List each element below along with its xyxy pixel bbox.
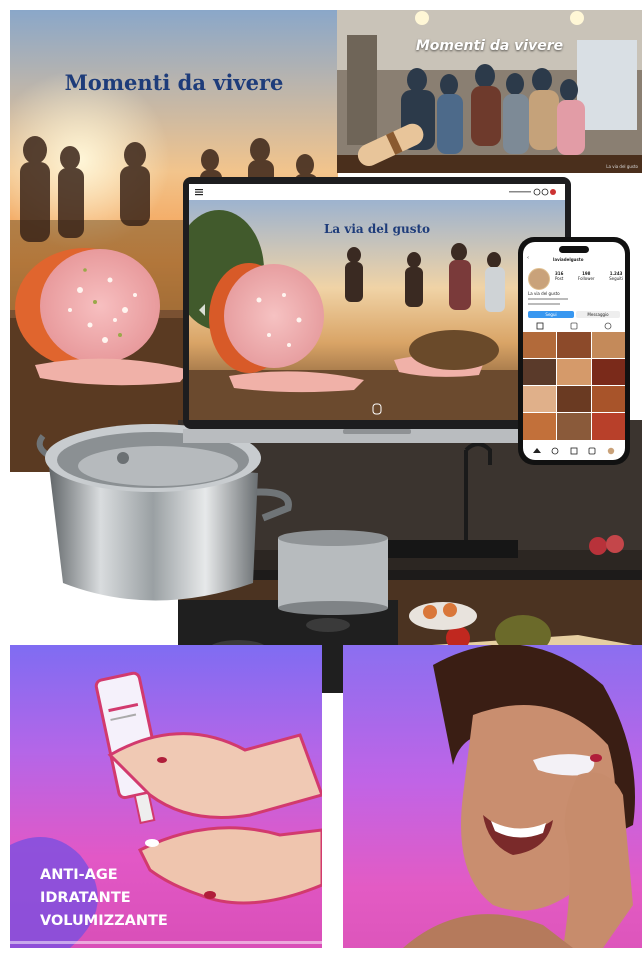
website-header bbox=[189, 184, 565, 201]
follow-button[interactable]: Segui bbox=[528, 311, 574, 318]
message-button[interactable]: Messaggio bbox=[576, 311, 620, 318]
flag-icon bbox=[550, 189, 556, 195]
woman-cream-panel bbox=[343, 645, 642, 948]
claim-idratante: IDRATANTE bbox=[40, 890, 131, 906]
back-arrow-icon[interactable]: ‹ bbox=[527, 256, 529, 261]
woman-face-illustration bbox=[403, 645, 635, 948]
stock-pot-image bbox=[33, 418, 295, 618]
hamburger-menu-icon[interactable] bbox=[195, 188, 203, 196]
claim-anti-age: ANTI-AGE bbox=[40, 867, 118, 883]
laptop-mockup: La via del gusto bbox=[183, 177, 571, 447]
circle-icon bbox=[541, 188, 549, 196]
bottom-nav-bar[interactable] bbox=[523, 445, 625, 457]
sunset-panel-title: Momenti da vivere bbox=[64, 70, 284, 95]
profile-stats: 316 Post 198 Follower 1.243 Seguiti bbox=[555, 271, 623, 281]
tagged-icon bbox=[604, 322, 612, 330]
cosmetic-claims: ANTI-AGE IDRATANTE VOLUMIZZANTE bbox=[40, 864, 168, 933]
search-icon bbox=[551, 447, 559, 455]
stat-posts: 316 Post bbox=[555, 271, 564, 281]
grid-icon bbox=[536, 322, 544, 330]
cosmetic-product-panel: ANTI-AGE IDRATANTE VOLUMIZZANTE bbox=[10, 645, 322, 948]
reels-icon bbox=[570, 322, 578, 330]
home-icon bbox=[533, 448, 541, 453]
bio-name: La via del gusto bbox=[528, 291, 560, 296]
stat-following: 1.243 Seguiti bbox=[609, 271, 623, 281]
bio-text bbox=[528, 298, 568, 300]
laptop-screen: La via del gusto bbox=[189, 184, 565, 420]
stock-pot-illustration bbox=[36, 424, 292, 601]
indoor-gathering-illustration bbox=[337, 10, 642, 173]
stat-followers: 198 Follower bbox=[577, 271, 595, 281]
indoor-panel-title: Momenti da vivere bbox=[415, 38, 564, 54]
reels-nav-icon bbox=[588, 447, 596, 455]
phone-notch bbox=[559, 246, 589, 253]
add-post-icon bbox=[570, 447, 578, 455]
hero-title: La via del gusto bbox=[323, 222, 431, 236]
smartphone-mockup: ‹ laviadelgusto 316 Post 198 Follower 1.24… bbox=[518, 237, 630, 465]
instagram-profile-screen: ‹ laviadelgusto 316 Post 198 Follower 1.24… bbox=[523, 242, 625, 460]
bio-link bbox=[528, 303, 560, 305]
post-grid[interactable] bbox=[523, 332, 625, 440]
image-credit: La via del gusto bbox=[606, 164, 638, 169]
avatar[interactable] bbox=[528, 268, 550, 290]
website-hero: La via del gusto bbox=[189, 200, 565, 420]
claim-volumizzante: VOLUMIZZANTE bbox=[40, 913, 168, 929]
header-social-icons bbox=[509, 188, 556, 196]
profile-nav-icon bbox=[607, 447, 615, 455]
indoor-gathering-panel: Momenti da vivere La via del gusto bbox=[337, 10, 642, 173]
profile-tabs[interactable] bbox=[523, 322, 625, 330]
profile-username: laviadelgusto bbox=[553, 257, 584, 262]
circle-icon bbox=[533, 188, 541, 196]
